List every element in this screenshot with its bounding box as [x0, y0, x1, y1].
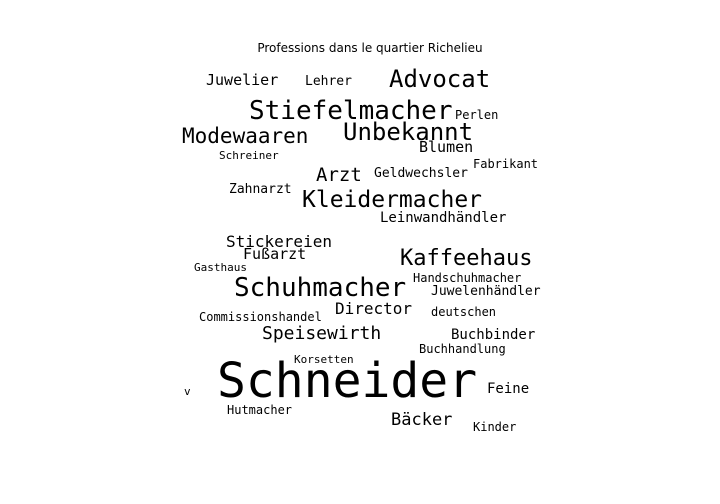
word-6: Kaffeehaus	[400, 246, 533, 271]
word-9: Speisewirth	[262, 323, 382, 344]
word-10: Bäcker	[391, 410, 453, 430]
word-cloud: Schneider Stiefelmacher Schuhmacher Kleider…	[0, 0, 720, 504]
word-30: Kinder	[473, 420, 517, 434]
word-2: Schuhmacher	[234, 273, 407, 303]
word-18: Feine	[487, 381, 530, 397]
word-21: Juwelenhändler	[431, 284, 541, 299]
word-13: Juwelier	[206, 71, 279, 89]
word-12: Director	[335, 299, 413, 318]
word-31: Gasthaus	[194, 261, 247, 274]
word-25: deutschen	[431, 305, 497, 319]
word-24: Buchhandlung	[419, 342, 506, 356]
word-28: Fabrikant	[473, 157, 539, 171]
word-27: Hutmacher	[227, 403, 293, 417]
word-14: Blumen	[419, 138, 474, 156]
word-3: Kleidermacher	[302, 187, 483, 213]
word-19: Zahnarzt	[229, 182, 292, 197]
word-15: Fußarzt	[243, 245, 307, 263]
wordcloud-figure: Professions dans le quartier Richelieu S…	[0, 0, 720, 504]
word-5: Advocat	[389, 65, 491, 93]
word-20: Lehrer	[305, 74, 352, 89]
word-22: Geldwechsler	[374, 166, 468, 181]
word-33: Schreiner	[219, 149, 279, 162]
word-26: Commissionshandel	[199, 310, 322, 324]
word-34: v	[184, 385, 191, 398]
word-16: Leinwandhändler	[380, 210, 507, 226]
word-17: Buchbinder	[451, 327, 536, 343]
word-7: Modewaaren	[182, 124, 309, 148]
word-29: Handschuhmacher	[413, 271, 522, 285]
word-23: Perlen	[455, 108, 499, 122]
word-32: Korsetten	[294, 353, 354, 366]
word-8: Arzt	[316, 164, 362, 186]
